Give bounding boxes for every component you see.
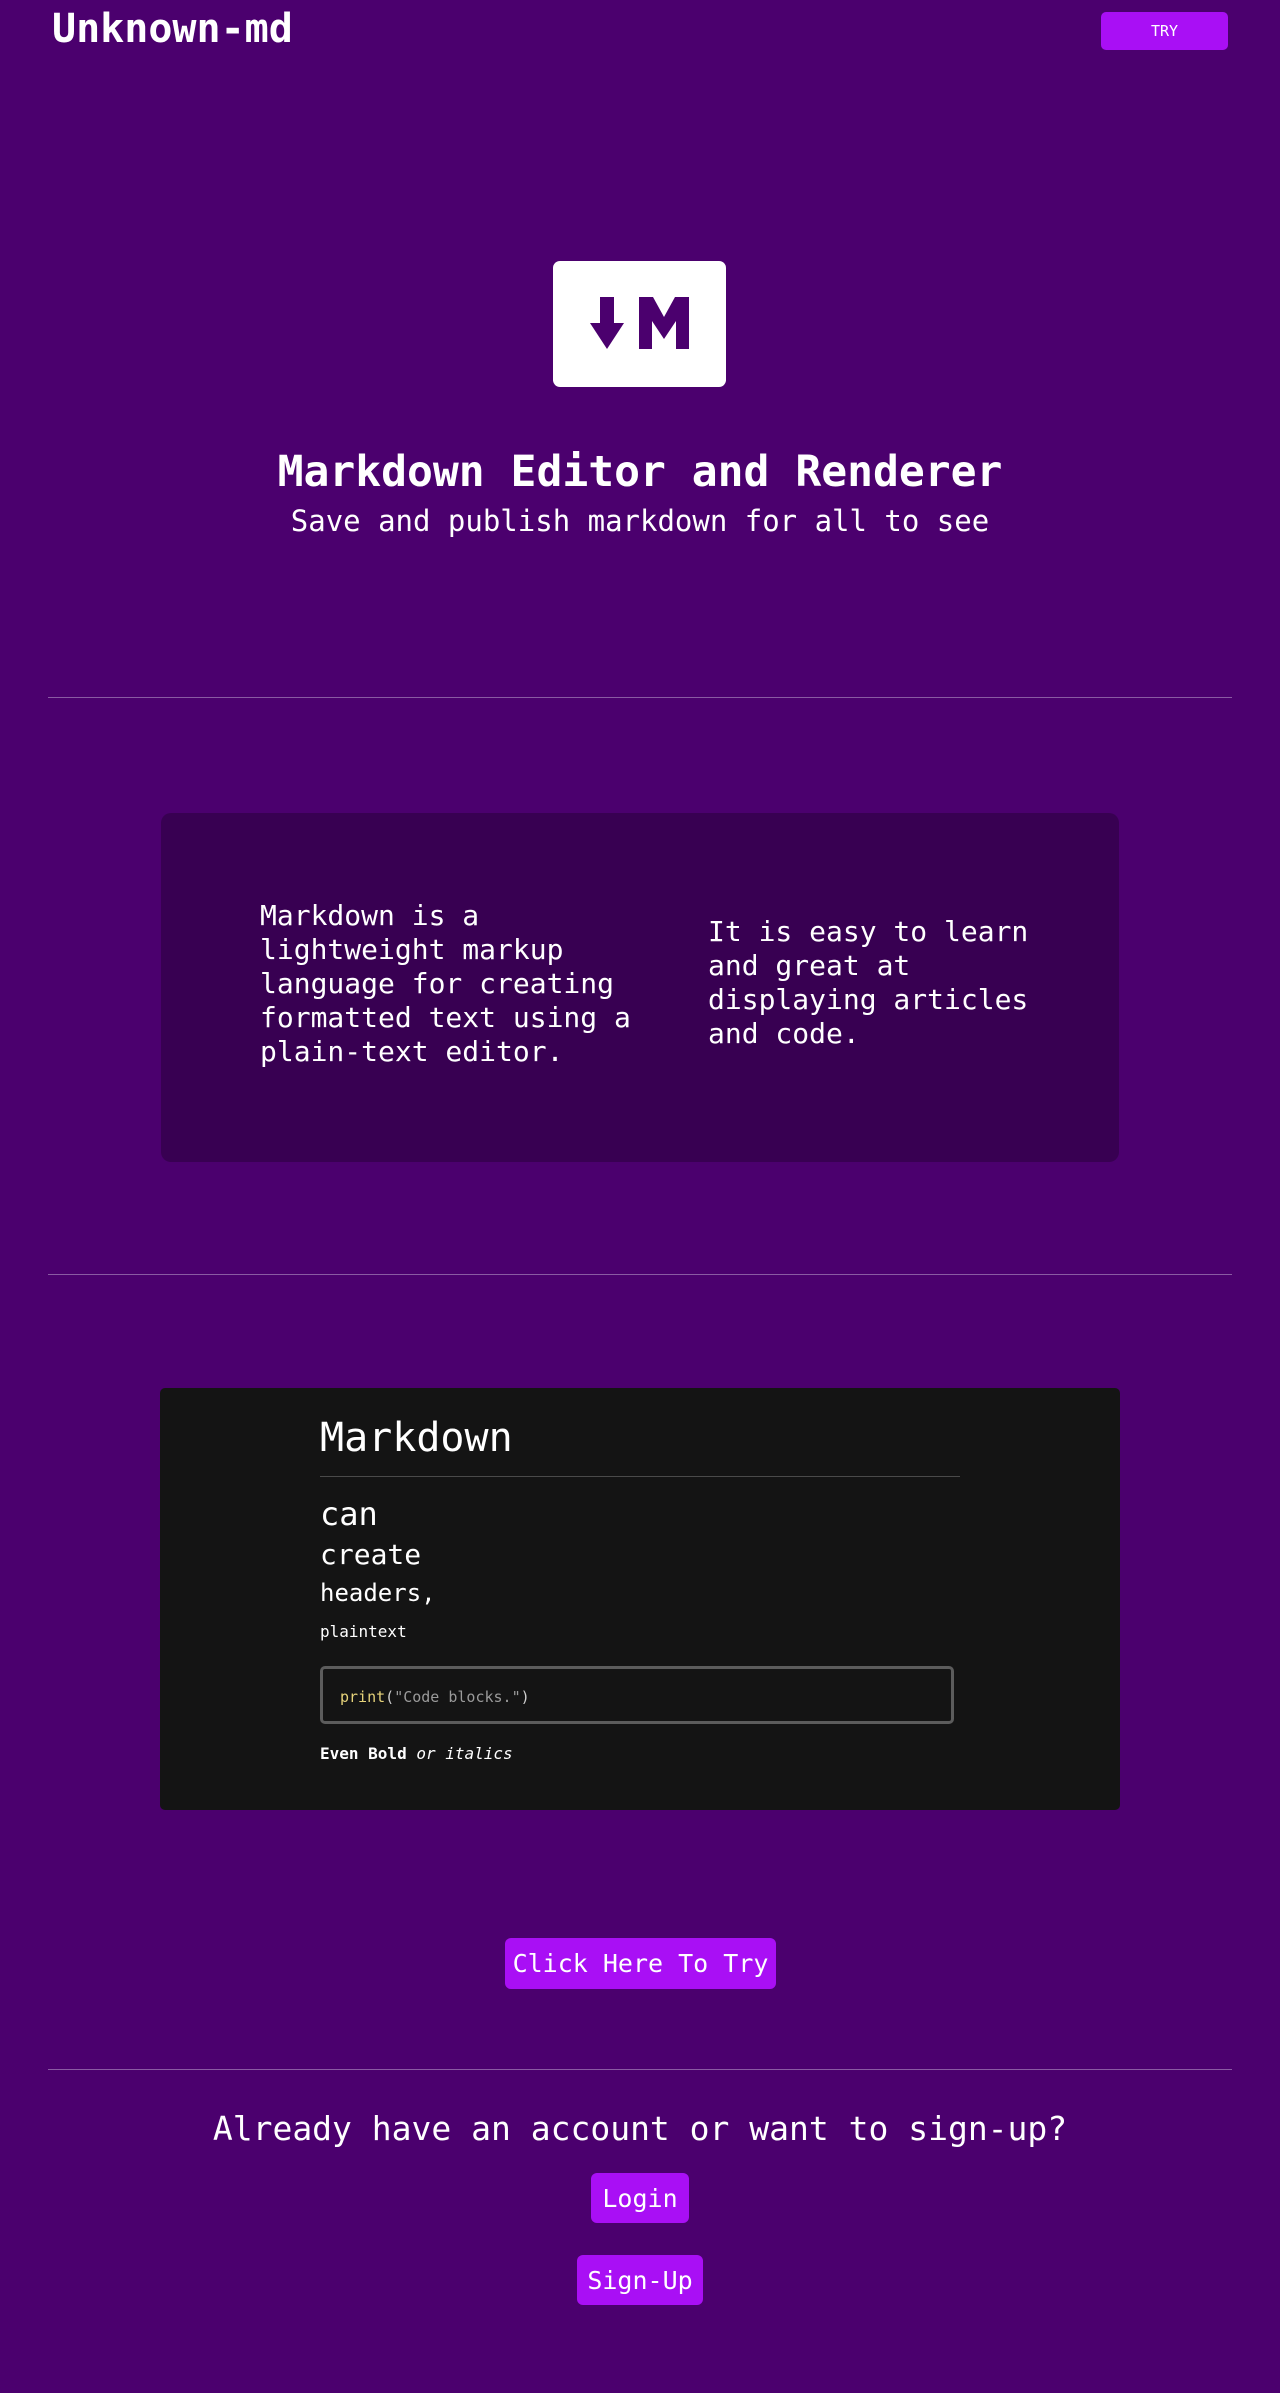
demo-heading-rule xyxy=(320,1476,960,1477)
try-button[interactable]: TRY xyxy=(1101,12,1228,50)
account-question: Already have an account or want to sign-… xyxy=(212,2109,1068,2148)
demo-paragraph: plaintext xyxy=(320,1622,407,1641)
demo-emphasis-line: Even Bold or italics xyxy=(320,1744,513,1764)
demo-heading-4: headers, xyxy=(320,1579,436,1607)
demo-heading-3: create xyxy=(320,1538,422,1571)
section-divider xyxy=(48,1274,1232,1275)
section-divider xyxy=(48,2069,1232,2070)
code-paren-close: ) xyxy=(520,1688,530,1706)
info-text-right: It is easy to learn and great at display… xyxy=(708,915,1029,1050)
demo-heading-1: Markdown xyxy=(320,1415,513,1461)
info-card: Markdown is a lightweight markup languag… xyxy=(161,813,1119,1162)
code-string: "Code blocks." xyxy=(394,1688,521,1706)
login-button[interactable]: Login xyxy=(591,2173,689,2223)
section-divider xyxy=(48,697,1232,698)
hero-title: Markdown Editor and Renderer xyxy=(277,447,1003,497)
click-here-to-try-button[interactable]: Click Here To Try xyxy=(505,1938,776,1989)
hero-subtitle: Save and publish markdown for all to see xyxy=(290,504,990,538)
code-line: print("Code blocks.") xyxy=(340,1687,530,1707)
signup-button[interactable]: Sign-Up xyxy=(577,2255,703,2305)
info-text-left: Markdown is a lightweight markup languag… xyxy=(260,899,631,1068)
demo-italic-text: or italics xyxy=(416,1744,513,1763)
site-header: Unknown-md TRY xyxy=(0,0,1280,60)
code-paren-open: ( xyxy=(385,1688,395,1706)
demo-heading-2: can xyxy=(320,1495,378,1533)
markdown-logo-icon xyxy=(553,261,726,387)
code-function: print xyxy=(340,1688,386,1706)
markdown-demo-card: Markdown can create headers, plaintext p… xyxy=(160,1388,1120,1810)
demo-bold-text: Even Bold xyxy=(320,1744,407,1763)
brand-logo-text[interactable]: Unknown-md xyxy=(52,4,293,54)
demo-code-block: print("Code blocks.") xyxy=(320,1666,954,1724)
